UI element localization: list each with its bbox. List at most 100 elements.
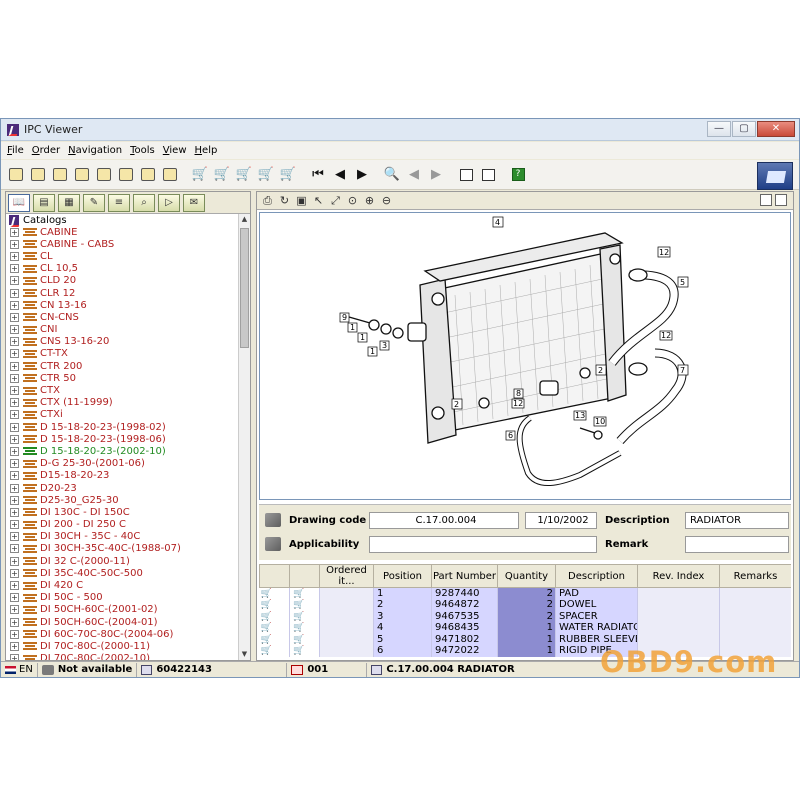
remove-from-cart-cell[interactable]: 🛒: [289, 610, 320, 622]
zoom-fit-button[interactable]: ⊙: [346, 194, 359, 207]
close-button[interactable]: ✕: [757, 121, 795, 137]
menu-navigation[interactable]: Navigation: [68, 145, 122, 156]
tree-item[interactable]: + DI 420 C: [6, 579, 238, 591]
menu-file[interactable]: File: [7, 145, 24, 156]
expand-icon[interactable]: +: [10, 312, 19, 322]
cart-remove-icon[interactable]: 🛒: [293, 635, 304, 645]
expand-icon[interactable]: +: [10, 422, 19, 432]
vertical-view-button[interactable]: [479, 166, 497, 184]
tree-item[interactable]: + D20-23: [6, 482, 238, 494]
tree-item[interactable]: + D-G 25-30-(2001-06): [6, 458, 238, 470]
tree-item[interactable]: + CABINE: [6, 226, 238, 238]
tab-play[interactable]: ▷: [158, 193, 180, 212]
previous-button[interactable]: ◀: [405, 166, 423, 184]
tree-item[interactable]: + DI 30CH-35C-40C-(1988-07): [6, 543, 238, 555]
expand-icon[interactable]: +: [10, 300, 19, 310]
expand-icon[interactable]: +: [10, 361, 19, 371]
restore-panel-icon[interactable]: [760, 194, 772, 206]
tab-search[interactable]: ⌕: [133, 193, 155, 212]
tree-item[interactable]: + D25-30_G25-30: [6, 494, 238, 506]
expand-icon[interactable]: +: [10, 495, 19, 505]
cart-remove-icon[interactable]: 🛒: [293, 589, 304, 599]
forward-button[interactable]: ▶: [353, 166, 371, 184]
cart-add-icon[interactable]: 🛒: [261, 635, 272, 645]
refresh-button[interactable]: ↻: [278, 194, 291, 207]
cart-add-icon[interactable]: 🛒: [261, 646, 272, 656]
print-drawing-button[interactable]: ⎙: [261, 194, 274, 208]
expand-icon[interactable]: +: [10, 276, 19, 286]
pointer-button[interactable]: ↖: [312, 194, 325, 207]
cart-remove-icon[interactable]: 🛒: [293, 600, 304, 610]
table-row[interactable]: 🛒 🛒 1 9287440 2 PAD: [259, 587, 791, 599]
tree-item[interactable]: + DI 30CH - 35C - 40C: [6, 531, 238, 543]
tools-button[interactable]: [161, 166, 179, 184]
expand-icon[interactable]: +: [10, 471, 19, 481]
expand-icon[interactable]: +: [10, 483, 19, 493]
expand-icon[interactable]: +: [10, 556, 19, 566]
add-to-cart-cell[interactable]: 🛒: [259, 587, 290, 599]
maximize-panel-icon[interactable]: [775, 194, 787, 206]
col-remove[interactable]: [289, 564, 320, 588]
tree-item[interactable]: + D15-18-20-23: [6, 470, 238, 482]
first-button[interactable]: ⏮: [309, 166, 327, 184]
expand-icon[interactable]: +: [10, 617, 19, 627]
tree-item[interactable]: + D 15-18-20-23-(1998-06): [6, 433, 238, 445]
col-position[interactable]: Position: [373, 564, 432, 588]
cart-add-icon[interactable]: 🛒: [261, 600, 272, 610]
tree-item[interactable]: + DI 70C-80C-(2002-10): [6, 653, 238, 660]
scroll-thumb[interactable]: [240, 228, 249, 348]
table-row[interactable]: 🛒 🛒 2 9464872 2 DOWEL: [259, 599, 791, 611]
tab-messages[interactable]: ✉: [183, 193, 205, 212]
cart-remove-icon[interactable]: 🛒: [293, 646, 304, 656]
menu-help[interactable]: Help: [195, 145, 218, 156]
menu-order[interactable]: Order: [32, 145, 60, 156]
tree-item[interactable]: + CLR 12: [6, 287, 238, 299]
tree-item[interactable]: + DI 70C-80C-(2000-11): [6, 640, 238, 652]
col-description[interactable]: Description: [555, 564, 638, 588]
expand-icon[interactable]: +: [10, 373, 19, 383]
expand-icon[interactable]: +: [10, 593, 19, 603]
cart-add-icon[interactable]: 🛒: [261, 589, 272, 599]
maximize-button[interactable]: ▢: [732, 121, 756, 137]
tree-item[interactable]: + CT-TX: [6, 348, 238, 360]
tree-item[interactable]: + DI 130C - DI 150C: [6, 506, 238, 518]
expand-icon[interactable]: +: [10, 581, 19, 591]
expand-icon[interactable]: +: [10, 532, 19, 542]
tree-item[interactable]: + D 15-18-20-23-(2002-10): [6, 445, 238, 457]
tab-catalogs[interactable]: 📖: [8, 193, 30, 212]
expand-icon[interactable]: +: [10, 239, 19, 249]
tree-item[interactable]: + CN-CNS: [6, 311, 238, 323]
expand-icon[interactable]: +: [10, 507, 19, 517]
status-language[interactable]: EN: [1, 662, 38, 677]
expand-icon[interactable]: +: [10, 349, 19, 359]
tree-item[interactable]: + DI 50CH-60C-(2001-02): [6, 604, 238, 616]
print-button[interactable]: [139, 166, 157, 184]
col-remarks[interactable]: Remarks: [719, 564, 791, 588]
catalog-book-button[interactable]: [757, 162, 793, 190]
col-rev-index[interactable]: Rev. Index: [637, 564, 720, 588]
tab-tables[interactable]: ▦: [58, 193, 80, 212]
expand-icon[interactable]: +: [10, 398, 19, 408]
tree-item[interactable]: + CL 10,5: [6, 263, 238, 275]
remove-from-cart-cell[interactable]: 🛒: [289, 622, 320, 634]
back-button[interactable]: ◀: [331, 166, 349, 184]
col-ordered[interactable]: Ordered it...: [319, 564, 374, 588]
next-button[interactable]: ▶: [427, 166, 445, 184]
scroll-down-icon[interactable]: ▼: [239, 649, 250, 660]
tree-item[interactable]: + CNI: [6, 324, 238, 336]
tree-scrollbar[interactable]: ▲ ▼: [238, 214, 250, 660]
expand-icon[interactable]: +: [10, 288, 19, 298]
remove-from-cart-cell[interactable]: 🛒: [289, 645, 320, 657]
tab-groups[interactable]: ▤: [33, 193, 55, 212]
cart-remove-icon[interactable]: 🛒: [293, 623, 304, 633]
expand-icon[interactable]: +: [10, 264, 19, 274]
new-order-button[interactable]: 🛒: [191, 166, 209, 184]
add-to-cart-cell[interactable]: 🛒: [259, 633, 290, 645]
tree-item[interactable]: + CTX (11-1999): [6, 397, 238, 409]
col-part-number[interactable]: Part Number: [431, 564, 498, 588]
tree-item[interactable]: + DI 35C-40C-50C-500: [6, 567, 238, 579]
tree-item[interactable]: + DI 60C-70C-80C-(2004-06): [6, 628, 238, 640]
expand-icon[interactable]: +: [10, 337, 19, 347]
delete-order-button[interactable]: 🛒: [257, 166, 275, 184]
tree-item[interactable]: + CL: [6, 250, 238, 262]
